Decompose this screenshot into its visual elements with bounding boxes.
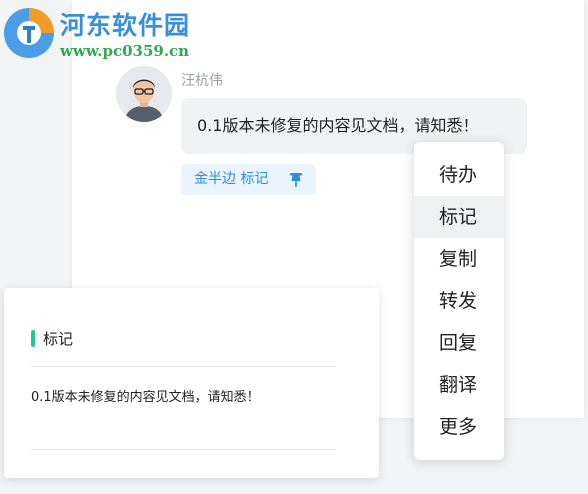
menu-item-reply[interactable]: 回复	[414, 322, 504, 364]
menu-item-copy[interactable]: 复制	[414, 238, 504, 280]
context-menu: 待办 标记 复制 转发 回复 翻译 更多	[414, 142, 504, 460]
watermark-url: www.pc0359.cn	[60, 42, 190, 60]
panel-content: 0.1版本未修复的内容见文档，请知悉！	[31, 390, 260, 405]
mark-tag[interactable]: 金半边 标记	[181, 164, 316, 195]
menu-item-forward[interactable]: 转发	[414, 280, 504, 322]
watermark-title: 河东软件园	[60, 11, 191, 40]
sender-name: 汪杭伟	[181, 73, 223, 89]
pin-icon	[290, 173, 302, 187]
mark-detail-panel: 标记 0.1版本未修复的内容见文档，请知悉！	[4, 288, 379, 478]
panel-divider-bottom	[31, 449, 336, 450]
panel-title: 标记	[43, 330, 74, 348]
menu-item-mark[interactable]: 标记	[414, 196, 504, 238]
menu-item-translate[interactable]: 翻译	[414, 364, 504, 406]
menu-item-more[interactable]: 更多	[414, 406, 504, 448]
panel-divider-top	[31, 366, 336, 367]
avatar-photo	[116, 66, 172, 122]
panel-accent-bar	[31, 330, 35, 347]
watermark: 河东软件园 www.pc0359.cn	[0, 0, 210, 66]
pc0359-logo	[4, 8, 54, 58]
mark-tag-label: 金半边 标记	[194, 171, 269, 187]
avatar[interactable]	[116, 66, 172, 122]
menu-item-todo[interactable]: 待办	[414, 154, 504, 196]
